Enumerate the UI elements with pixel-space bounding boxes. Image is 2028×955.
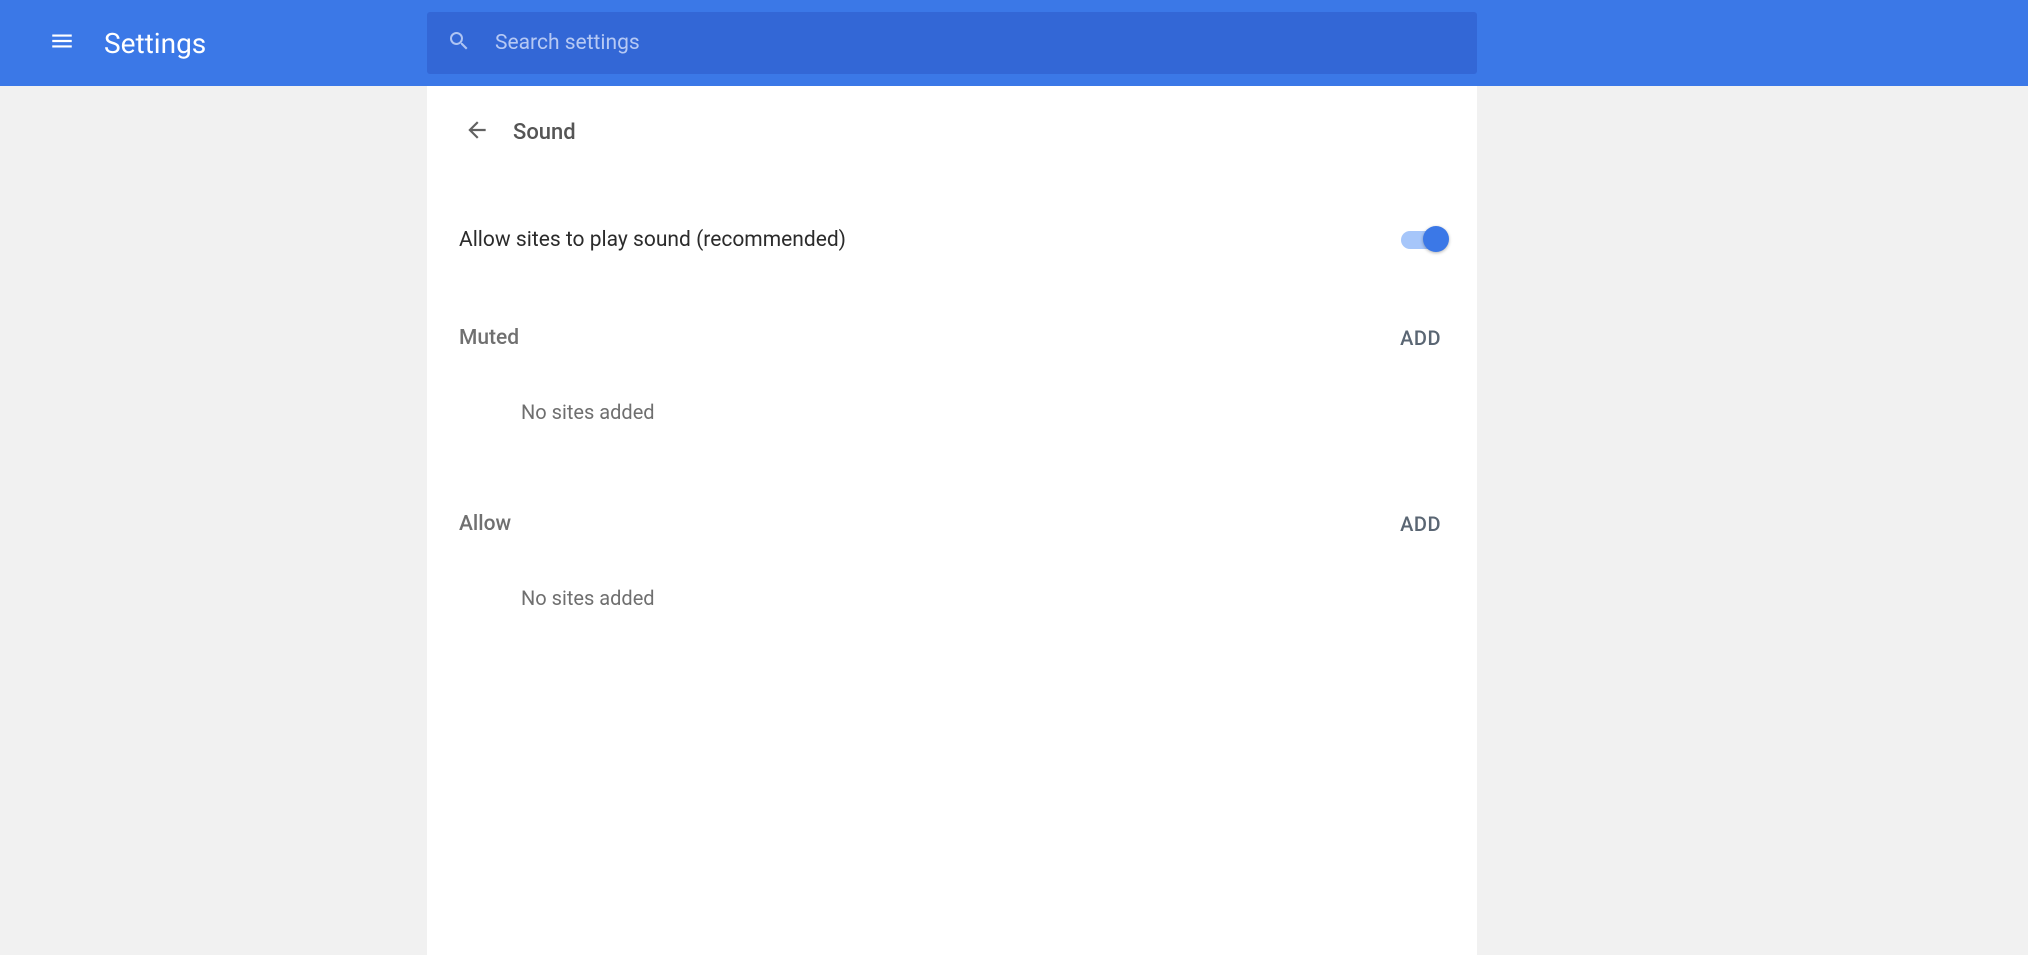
allow-empty-text: No sites added [459, 544, 1445, 650]
allow-sound-row: Allow sites to play sound (recommended) [427, 192, 1477, 288]
allow-section-header: Allow ADD [459, 504, 1445, 544]
menu-button[interactable] [38, 19, 86, 67]
arrow-left-icon [464, 117, 490, 147]
hamburger-icon [49, 28, 75, 58]
allow-sound-toggle[interactable] [1401, 231, 1445, 249]
search-bar[interactable] [427, 12, 1477, 74]
page-body: Sound Allow sites to play sound (recomme… [0, 86, 2028, 955]
muted-section: Muted ADD No sites added [427, 288, 1477, 474]
card-header: Sound [427, 86, 1477, 178]
muted-section-title: Muted [459, 326, 519, 350]
allow-add-button[interactable]: ADD [1396, 504, 1445, 544]
muted-section-header: Muted ADD [459, 318, 1445, 358]
muted-empty-text: No sites added [459, 358, 1445, 464]
allow-sound-label: Allow sites to play sound (recommended) [459, 228, 846, 252]
app-header: Settings [0, 0, 2028, 86]
back-button[interactable] [457, 112, 497, 152]
search-input[interactable] [495, 31, 1457, 55]
settings-card: Sound Allow sites to play sound (recomme… [427, 86, 1477, 955]
allow-section: Allow ADD No sites added [427, 474, 1477, 660]
allow-section-title: Allow [459, 512, 511, 536]
page-title: Sound [513, 120, 576, 145]
muted-add-button[interactable]: ADD [1396, 318, 1445, 358]
app-title: Settings [104, 27, 206, 60]
search-icon [447, 29, 471, 57]
